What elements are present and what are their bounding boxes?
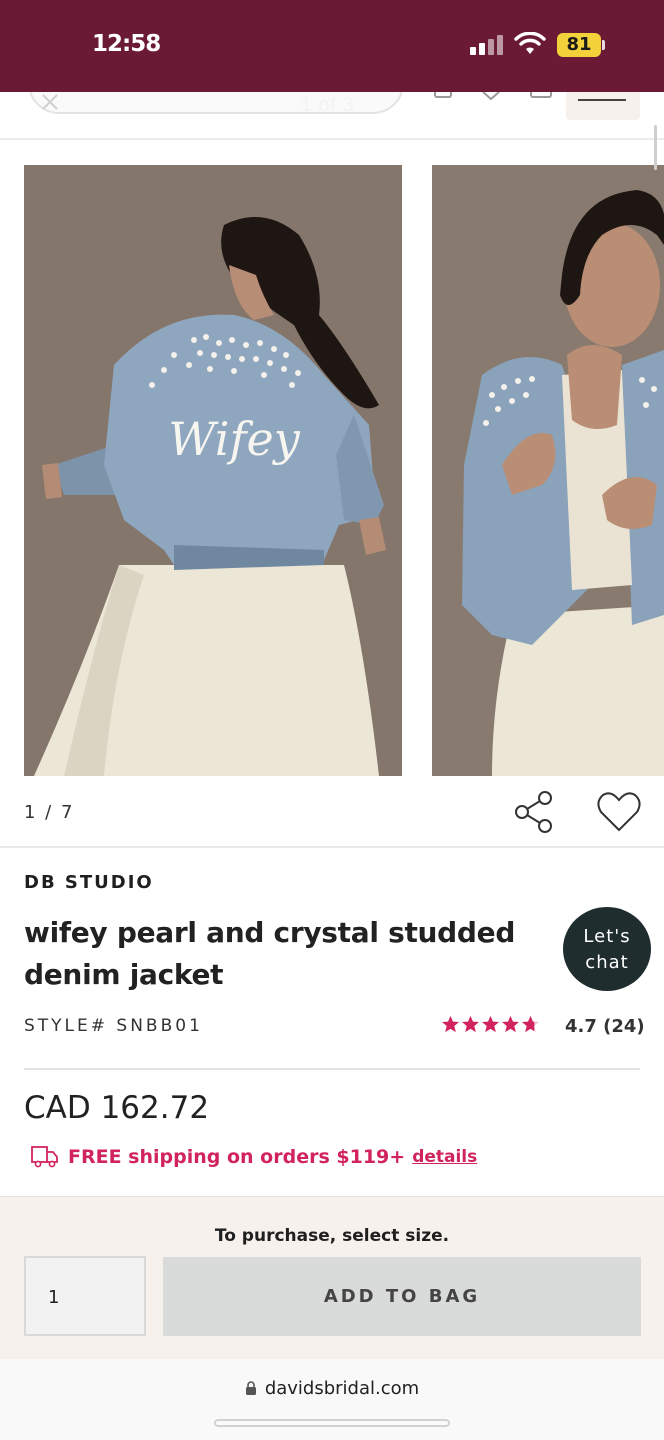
browser-bar: [0, 1359, 664, 1440]
divider: [0, 846, 664, 848]
shipping-info: FREE shipping on orders $119+ details: [30, 1140, 477, 1174]
quantity-input[interactable]: [24, 1256, 146, 1336]
product-brand[interactable]: DB STUDIO: [24, 872, 154, 893]
scroll-indicator: [654, 125, 657, 170]
jacket-script: Wifey: [168, 412, 300, 466]
quantity-value: 1: [48, 1287, 60, 1308]
product-photo-front[interactable]: [432, 165, 664, 776]
add-to-bag-label: ADD TO BAG: [323, 1286, 481, 1307]
shipping-details-link[interactable]: details: [412, 1147, 477, 1167]
gallery-controls: 1 / 7: [0, 790, 664, 840]
heart-icon[interactable]: [596, 790, 642, 834]
close-icon[interactable]: [40, 92, 60, 112]
share-icon[interactable]: [512, 790, 556, 834]
chat-button[interactable]: Let's chat: [563, 907, 651, 991]
gallery-overlay-count: 1 of 3: [300, 94, 355, 116]
lock-icon: [245, 1381, 256, 1395]
status-time: 12:58: [92, 31, 161, 57]
style-number: STYLE# SNBB01: [24, 1016, 203, 1036]
star-icon: [461, 1015, 480, 1033]
url-field[interactable]: davidsbridal.com: [0, 1378, 664, 1399]
signal-icon: [470, 35, 506, 55]
url-text: davidsbridal.com: [264, 1378, 420, 1399]
product-price: CAD 162.72: [24, 1090, 210, 1126]
battery-icon: 81: [557, 33, 601, 57]
home-indicator[interactable]: [214, 1419, 450, 1427]
menu-icon: [578, 99, 626, 101]
star-icon: [481, 1015, 500, 1033]
rating-stars[interactable]: [441, 1012, 541, 1038]
product-photo-back[interactable]: Wifey: [24, 165, 402, 776]
battery-level: 81: [566, 34, 592, 55]
star-icon: [501, 1015, 520, 1033]
star-half-icon: [521, 1015, 540, 1033]
status-bar: 12:58 81: [0, 0, 664, 92]
chat-label-line1: Let's: [583, 926, 631, 947]
product-gallery[interactable]: Wifey: [0, 140, 664, 780]
divider: [24, 1068, 640, 1070]
bag-icon[interactable]: [530, 92, 552, 98]
menu-button[interactable]: [566, 92, 640, 120]
rating-text[interactable]: 4.7 (24): [565, 1016, 645, 1037]
wifi-icon: [514, 32, 546, 54]
product-title: wifey pearl and crystal studded denim ja…: [24, 916, 516, 991]
wishlist-icon[interactable]: [482, 92, 500, 100]
truck-icon: [31, 1146, 58, 1168]
star-icon: [441, 1015, 460, 1033]
gallery-pager: 1 / 7: [24, 802, 75, 823]
purchase-note: To purchase, select size.: [214, 1226, 450, 1246]
battery-tip: [602, 40, 605, 50]
chat-label-line2: chat: [585, 952, 629, 973]
shipping-text: FREE shipping on orders $119+: [68, 1146, 406, 1168]
account-icon[interactable]: [434, 92, 452, 98]
